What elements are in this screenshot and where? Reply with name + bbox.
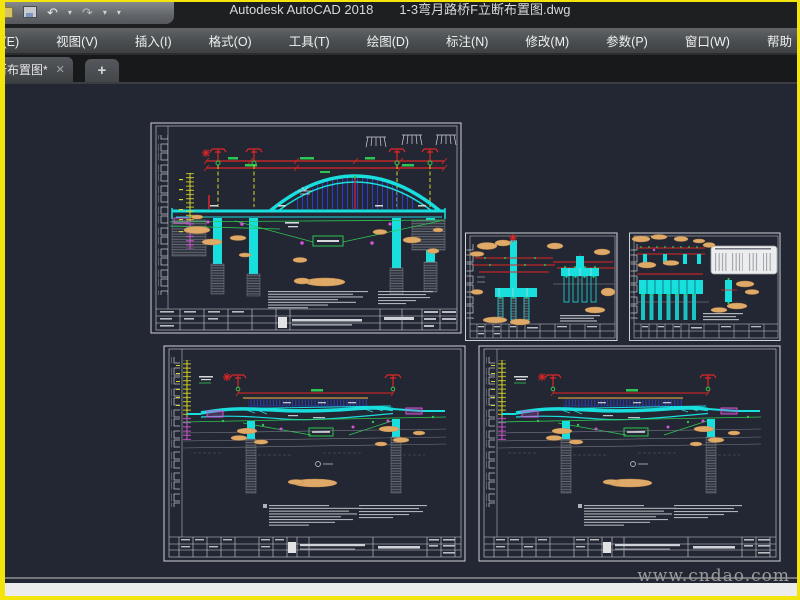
menu-bar: 辑(E) 视图(V) 插入(I) 格式(O) 工具(T) 绘图(D) 标注(N)… — [0, 28, 800, 55]
save-icon[interactable] — [23, 6, 37, 18]
drawing-pile-foundation-detail — [629, 232, 781, 341]
menu-item-help[interactable]: 帮助 — [765, 29, 794, 52]
menu-item-modify[interactable]: 修改(M) — [523, 29, 571, 52]
redo-dropdown-icon[interactable]: ▾ — [103, 8, 107, 17]
file-name: 1-3弯月路桥F立断布置图.dwg — [399, 2, 571, 17]
menu-item-edit[interactable]: 辑(E) — [0, 29, 21, 52]
menu-item-draw[interactable]: 绘图(D) — [365, 29, 411, 52]
redo-icon[interactable]: ↷ — [82, 6, 93, 19]
plus-icon: + — [97, 62, 107, 79]
watermark: www.cndao.com — [637, 566, 790, 586]
autocad-window: Autodesk AutoCAD 2018 1-3弯月路桥F立断布置图.dwg ↶… — [0, 0, 800, 600]
menu-item-dimension[interactable]: 标注(N) — [444, 29, 490, 52]
drawing-canvas[interactable] — [0, 84, 800, 578]
menu-item-window[interactable]: 窗口(W) — [683, 29, 732, 52]
drawing-arch-bridge-elevation — [150, 122, 462, 334]
app-title: Autodesk AutoCAD 2018 — [229, 2, 374, 17]
undo-dropdown-icon[interactable]: ▾ — [68, 8, 72, 17]
open-icon[interactable] — [0, 6, 13, 18]
drawing-girder-bridge-elevation-right — [479, 346, 780, 561]
menu-item-view[interactable]: 视图(V) — [54, 29, 100, 52]
quick-access-toolbar: ↶ ▾ ↷ ▾ ▾ — [0, 0, 174, 24]
menu-item-tools[interactable]: 工具(T) — [287, 29, 332, 52]
drawing-girder-bridge-elevation — [163, 345, 466, 562]
canvas-graphics — [150, 122, 800, 578]
menu-item-parametric[interactable]: 参数(P) — [604, 29, 650, 52]
file-tab-bar: 断布置图* ✕ + — [0, 55, 800, 84]
close-icon[interactable]: ✕ — [56, 63, 65, 76]
tab-drawing[interactable]: 断布置图* ✕ — [0, 57, 73, 82]
undo-icon[interactable]: ↶ — [47, 6, 58, 19]
dropdown-icon[interactable]: ▾ — [117, 8, 121, 17]
title-bar: Autodesk AutoCAD 2018 1-3弯月路桥F立断布置图.dwg ↶… — [0, 0, 800, 28]
menu-item-insert[interactable]: 插入(I) — [133, 29, 174, 52]
tab-label: 断布置图* — [0, 63, 48, 77]
menu-item-format[interactable]: 格式(O) — [207, 29, 254, 52]
drawing-pier-detail — [465, 232, 618, 341]
new-tab-button[interactable]: + — [84, 59, 119, 82]
